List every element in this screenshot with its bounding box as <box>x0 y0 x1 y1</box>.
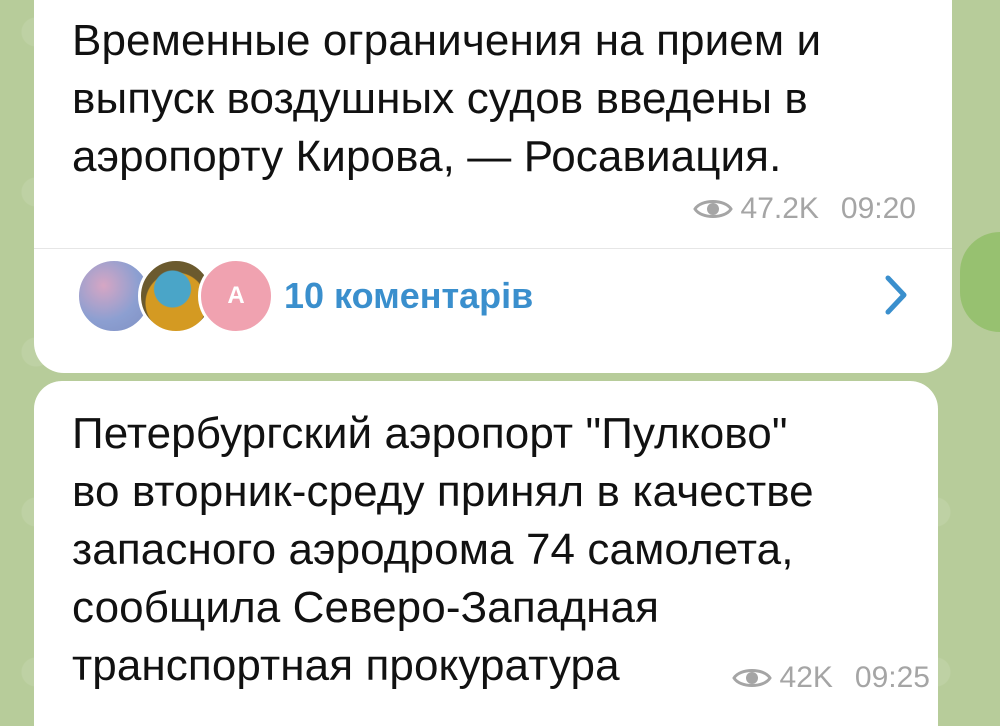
avatar-letter: А <box>227 282 245 309</box>
comments-button[interactable]: А 10 коментарів <box>34 250 952 342</box>
comments-label: 10 коментарів <box>284 275 534 316</box>
message-bubble[interactable]: Временные ограничения на прием и выпуск … <box>34 0 952 373</box>
commenter-avatars: А <box>76 256 274 336</box>
views-count: 42K <box>779 661 833 694</box>
eye-icon <box>692 200 733 218</box>
message-bubble[interactable]: Петербургский аэропорт "Пулково" во втор… <box>34 381 938 726</box>
avatar: А <box>198 258 274 334</box>
eye-icon <box>731 669 772 687</box>
views-count: 47.2K <box>740 192 819 225</box>
message-meta: 47.2K 09:20 <box>692 192 916 226</box>
message-meta: 42K 09:25 <box>731 661 930 695</box>
message-text: Петербургский аэропорт "Пулково" во втор… <box>72 409 814 690</box>
message-time: 09:20 <box>840 192 916 225</box>
divider <box>34 248 952 249</box>
chevron-right-icon[interactable] <box>882 268 912 322</box>
message-time: 09:25 <box>854 661 930 694</box>
background-decoration <box>960 232 1000 332</box>
message-text: Временные ограничения на прием и выпуск … <box>72 16 822 181</box>
